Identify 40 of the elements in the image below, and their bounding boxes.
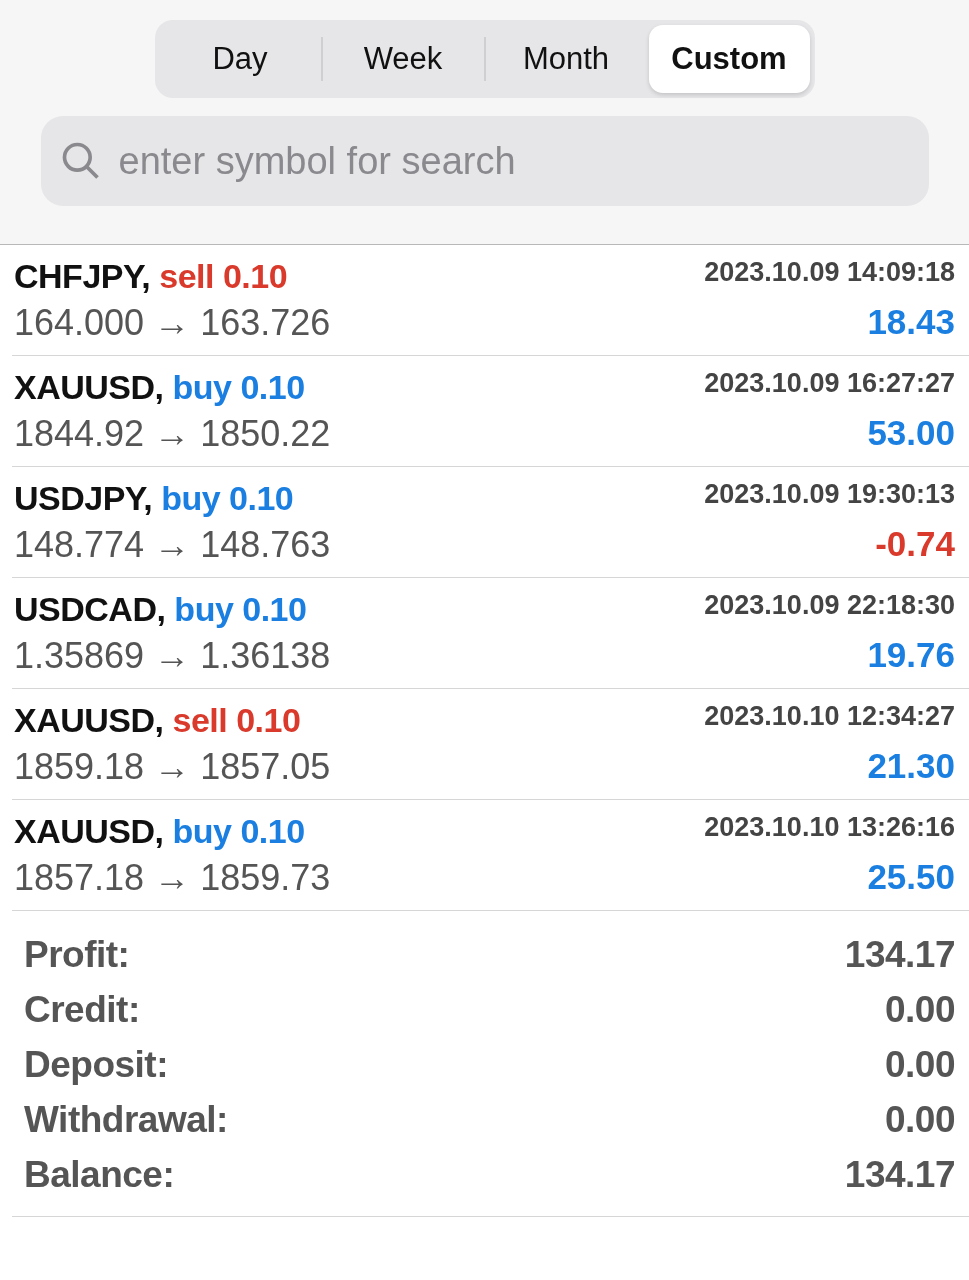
period-tab[interactable]: Day: [159, 25, 321, 93]
search-input[interactable]: enter symbol for search: [116, 138, 911, 184]
deal-time: 2023.10.09 16:27:27: [704, 367, 955, 400]
deal-profit: 53.00: [866, 412, 955, 454]
deal-profit: 25.50: [866, 856, 955, 898]
summary-label: Balance:: [24, 1153, 175, 1196]
deal-title: USDJPY, buy 0.10: [14, 478, 295, 518]
deal-profit: 18.43: [866, 301, 955, 343]
summary-label: Profit:: [24, 933, 130, 976]
deal-prices: 1.35869 → 1.36138: [14, 634, 332, 677]
deal-profit: -0.74: [874, 523, 955, 565]
period-tab[interactable]: Week: [322, 25, 484, 93]
deal-prices: 1859.18 → 1857.05: [14, 745, 332, 788]
period-tab[interactable]: Custom: [648, 25, 810, 93]
summary-value: 0.00: [885, 1043, 955, 1086]
summary-label: Credit:: [24, 988, 140, 1031]
summary-value: 134.17: [844, 933, 955, 976]
search-field[interactable]: enter symbol for search: [40, 116, 929, 206]
deal-time: 2023.10.09 14:09:18: [704, 256, 955, 289]
deal-time: 2023.10.09 22:18:30: [704, 589, 955, 622]
deal-title: XAUUSD, buy 0.10: [14, 811, 306, 851]
summary-label: Withdrawal:: [24, 1098, 228, 1141]
deal-time: 2023.10.10 13:26:16: [704, 811, 955, 844]
deal-title: CHFJPY, sell 0.10: [14, 256, 289, 296]
deal-prices: 148.774 → 148.763: [14, 523, 332, 566]
deal-prices: 1857.18 → 1859.73: [14, 856, 332, 899]
summary-value: 0.00: [885, 988, 955, 1031]
deal-profit: 19.76: [866, 634, 955, 676]
summary-label: Deposit:: [24, 1043, 168, 1086]
period-tab[interactable]: Month: [485, 25, 647, 93]
deal-time: 2023.10.09 19:30:13: [704, 478, 955, 511]
summary-value: 134.17: [844, 1153, 955, 1196]
deal-title: XAUUSD, sell 0.10: [14, 700, 302, 740]
summary-value: 0.00: [885, 1098, 955, 1141]
deal-title: USDCAD, buy 0.10: [14, 589, 308, 629]
deal-prices: 1844.92 → 1850.22: [14, 412, 332, 455]
deal-title: XAUUSD, buy 0.10: [14, 367, 306, 407]
deal-profit: 21.30: [866, 745, 955, 787]
deal-time: 2023.10.10 12:34:27: [704, 700, 955, 733]
deal-prices: 164.000 → 163.726: [14, 301, 332, 344]
